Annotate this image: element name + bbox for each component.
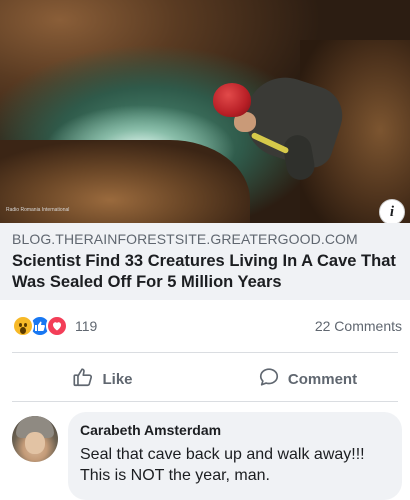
divider-bottom	[12, 401, 398, 402]
thumbs-up-icon	[72, 366, 94, 392]
link-domain: BLOG.THERAINFORESTSITE.GREATERGOOD.COM	[12, 231, 358, 247]
comment-author[interactable]: Carabeth Amsterdam	[80, 422, 390, 438]
divider-top	[12, 352, 398, 353]
caver-helmet	[213, 83, 251, 117]
link-preview-card[interactable]: BLOG.THERAINFORESTSITE.GREATERGOOD.COM S…	[0, 223, 410, 300]
comment-text: Seal that cave back up and walk away!!! …	[80, 446, 365, 484]
like-button[interactable]: Like	[0, 366, 205, 392]
post-actions: Like Comment	[0, 359, 410, 399]
comment-label: Comment	[287, 370, 358, 388]
comment-button[interactable]: Comment	[205, 366, 410, 392]
wow-reaction-icon	[12, 315, 34, 337]
reaction-count[interactable]: 119	[75, 318, 97, 334]
comment-bubble[interactable]: Carabeth Amsterdam Seal that cave back u…	[68, 412, 402, 500]
comment-count[interactable]: 22 Comments	[315, 318, 402, 334]
reaction-icons-group[interactable]: 119	[12, 315, 97, 337]
love-reaction-icon	[46, 315, 68, 337]
reactions-summary: 119 22 Comments	[0, 312, 410, 340]
comment-item: Carabeth Amsterdam Seal that cave back u…	[0, 412, 410, 500]
info-icon[interactable]: i	[379, 199, 405, 223]
image-watermark: Radio Romania International	[6, 207, 70, 213]
post-image[interactable]: Radio Romania International i	[0, 0, 410, 223]
avatar[interactable]	[12, 416, 58, 462]
link-title[interactable]: Scientist Find 33 Creatures Living In A …	[12, 251, 398, 293]
comment-bubble-icon	[258, 366, 280, 392]
like-label: Like	[102, 370, 133, 388]
